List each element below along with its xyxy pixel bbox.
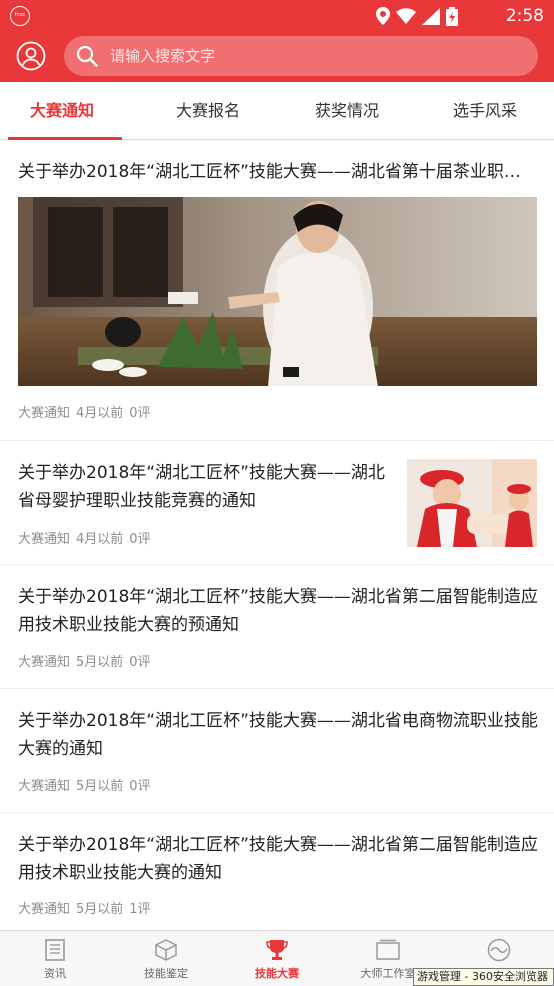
news-time: 5月以前 <box>76 655 124 670</box>
nav-label: 资讯 <box>44 967 66 980</box>
news-meta: 大赛通知 4月以前 0评 <box>18 405 157 423</box>
news-time: 4月以前 <box>76 532 124 547</box>
battery-icon <box>446 6 458 26</box>
clock: 2:58 <box>505 6 544 26</box>
nav-skill-appraisal[interactable]: 技能鉴定 <box>111 931 221 986</box>
news-meta: 大赛通知 5月以前 0评 <box>18 778 157 796</box>
nav-label: 技能大赛 <box>255 967 299 980</box>
tab-player-showcase[interactable]: 选手风采 <box>423 82 547 139</box>
list-item[interactable]: 关于举办2018年“湖北工匠杯”技能大赛——湖北省第二届智能制造应用技术职业技能… <box>0 565 554 689</box>
folder-icon <box>376 939 400 960</box>
news-category: 大赛通知 <box>18 532 71 547</box>
news-category: 大赛通知 <box>18 779 71 794</box>
nav-news[interactable]: 资讯 <box>0 931 110 986</box>
nav-skill-contest[interactable]: 技能大赛 <box>222 931 332 986</box>
news-meta: 大赛通知 4月以前 0评 <box>18 531 157 549</box>
document-icon <box>45 939 65 961</box>
news-category: 大赛通知 <box>18 406 71 421</box>
nursing-training-image <box>407 459 537 547</box>
news-title: 关于举办2018年“湖北工匠杯”技能大赛——湖北省母婴护理职业技能竞赛的通知 <box>18 463 385 511</box>
app-notification-icon: fcoc <box>10 6 30 26</box>
news-title: 关于举办2018年“湖北工匠杯”技能大赛——湖北省第二届智能制造应用技术职业技能… <box>18 587 538 635</box>
news-meta: 大赛通知 5月以前 0评 <box>18 654 157 672</box>
trophy-icon <box>266 940 288 960</box>
cube-icon <box>155 939 177 961</box>
news-title: 关于举办2018年“湖北工匠杯”技能大赛——湖北省第二届智能制造应用技术职业技能… <box>18 835 538 883</box>
wave-circle-icon <box>487 938 511 962</box>
search-placeholder: 请输入搜索文字 <box>110 47 216 65</box>
browser-tooltip: 游戏管理 - 360安全浏览器 <box>413 968 554 986</box>
news-comments: 0评 <box>129 532 151 547</box>
news-comments: 0评 <box>129 406 151 421</box>
signal-icon <box>422 7 440 25</box>
news-comments: 1评 <box>129 902 151 917</box>
wifi-icon <box>396 8 416 24</box>
news-time: 4月以前 <box>76 406 124 421</box>
news-time: 5月以前 <box>76 902 124 917</box>
user-profile-icon[interactable] <box>16 41 46 71</box>
tea-ceremony-image <box>18 197 537 386</box>
list-item[interactable]: 关于举办2018年“湖北工匠杯”技能大赛——湖北省母婴护理职业技能竞赛的通知 大… <box>0 441 554 565</box>
list-item[interactable]: 关于举办2018年“湖北工匠杯”技能大赛——湖北省第二届智能制造应用技术职业技能… <box>0 813 554 937</box>
system-status-icons <box>376 6 458 26</box>
search-input[interactable]: 请输入搜索文字 <box>64 36 538 76</box>
category-tabs: 大赛通知 大赛报名 获奖情况 选手风采 <box>0 82 554 140</box>
list-item[interactable]: 关于举办2018年“湖北工匠杯”技能大赛——湖北省电商物流职业技能大赛的通知 大… <box>0 689 554 813</box>
list-item[interactable]: 关于举办2018年“湖北工匠杯”技能大赛——湖北省第十届茶业职… 大赛通知 4月… <box>0 141 554 441</box>
tab-contest-registration[interactable]: 大赛报名 <box>146 82 270 139</box>
app-header: 请输入搜索文字 <box>0 32 554 82</box>
news-category: 大赛通知 <box>18 902 71 917</box>
status-bar: fcoc 2:58 <box>0 0 554 32</box>
news-comments: 0评 <box>129 779 151 794</box>
news-title: 关于举办2018年“湖北工匠杯”技能大赛——湖北省电商物流职业技能大赛的通知 <box>18 711 538 759</box>
search-icon <box>76 45 98 67</box>
news-comments: 0评 <box>129 655 151 670</box>
news-category: 大赛通知 <box>18 655 71 670</box>
nav-label: 技能鉴定 <box>144 967 188 980</box>
news-time: 5月以前 <box>76 779 124 794</box>
tab-award-results[interactable]: 获奖情况 <box>285 82 409 139</box>
location-icon <box>376 7 390 25</box>
news-title: 关于举办2018年“湖北工匠杯”技能大赛——湖北省第十届茶业职… <box>18 162 521 182</box>
tab-contest-notice[interactable]: 大赛通知 <box>0 82 124 140</box>
news-meta: 大赛通知 5月以前 1评 <box>18 901 157 919</box>
